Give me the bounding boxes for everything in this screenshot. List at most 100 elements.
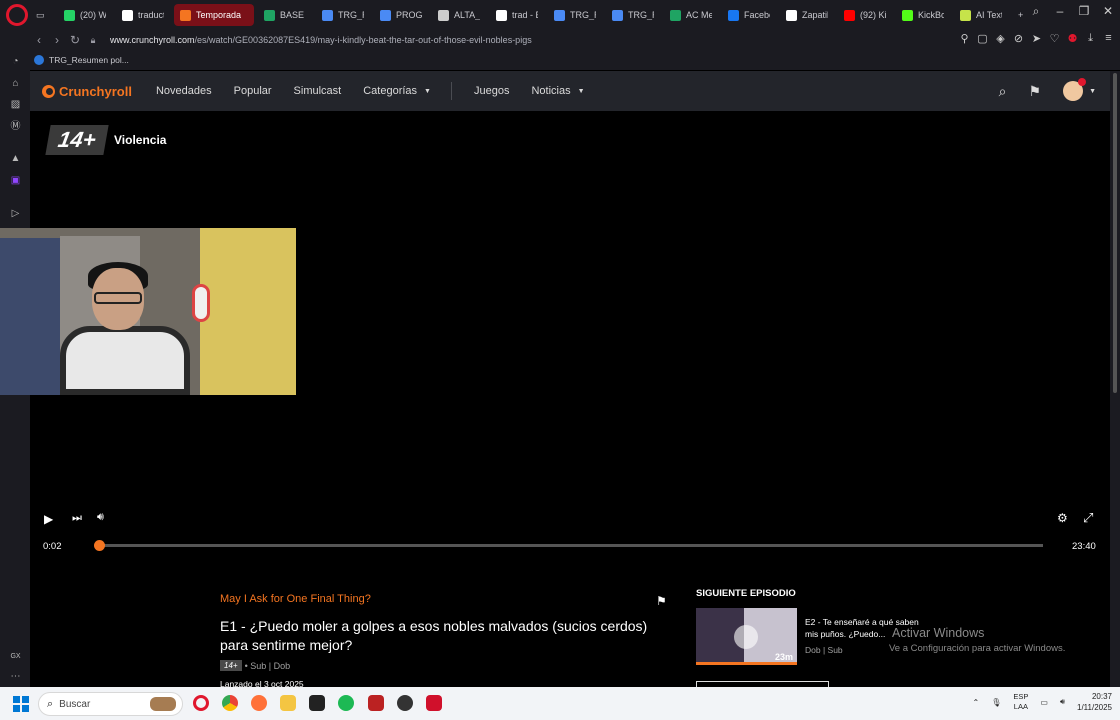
url-field[interactable]: www.crunchyroll.com/es/watch/GE00362087E… (110, 35, 532, 45)
watchlist-icon[interactable]: ⚑ (1029, 83, 1042, 100)
new-tab-button[interactable]: + (1012, 4, 1028, 26)
sticky-notes-icon[interactable] (309, 695, 325, 711)
search-label: Buscar (59, 698, 91, 710)
more-icon[interactable]: ⋯ (9, 670, 22, 683)
download-icon[interactable]: ⤓ (1085, 32, 1096, 45)
nav-simulcast[interactable]: Simulcast (294, 85, 342, 97)
logo-text: Crunchyroll (59, 83, 132, 99)
browser-tab[interactable]: KickBot (896, 4, 950, 26)
language-indicator[interactable]: ESP LAA (1013, 692, 1028, 712)
microphone-icon[interactable]: 🎙︎ (991, 698, 1001, 707)
browser-tab[interactable]: TRG_Re (548, 4, 602, 26)
network-icon[interactable]: ▭ (1040, 698, 1048, 707)
chrome-icon (612, 9, 623, 21)
minimize-button[interactable]: – (1052, 4, 1068, 19)
tab-label: (92) Ki (860, 10, 886, 20)
messenger-icon[interactable]: Ⓜ (9, 120, 22, 133)
tab-search-icon[interactable]: ⌕ (1028, 4, 1044, 19)
opera-logo-icon[interactable] (6, 4, 28, 26)
series-link[interactable]: May I Ask for One Final Thing? (220, 593, 371, 605)
nav-noticias[interactable]: Noticias ▼ (531, 85, 584, 97)
speaker-icon[interactable]: 🔊︎ (1060, 697, 1065, 707)
window-controls: ⌕ – ❐ ✕ (1028, 4, 1116, 19)
caret-down-icon: ▼ (424, 87, 431, 95)
browser-tab[interactable]: traducto (116, 4, 170, 26)
heart-icon[interactable]: ♡ (1049, 32, 1060, 45)
facebook-icon (728, 9, 739, 21)
file-explorer-icon[interactable] (280, 695, 296, 711)
twitch-icon[interactable]: ▣ (9, 174, 22, 187)
browser-tab[interactable]: AI Text (954, 4, 1008, 26)
bookmark-icon[interactable]: ⚑ (656, 594, 667, 608)
vpn-icon[interactable]: ◈ (995, 32, 1006, 45)
opera-taskbar-icon[interactable] (193, 695, 209, 711)
restore-button[interactable]: ❐ (1076, 4, 1092, 19)
gx-icon[interactable]: GX (9, 650, 22, 663)
chrome-taskbar-icon[interactable] (222, 695, 238, 711)
forward-button[interactable]: › (48, 33, 66, 47)
tab-label: ALTA_A (454, 10, 480, 20)
taskbar-search[interactable]: ⌕ Buscar (38, 692, 183, 716)
profile-menu[interactable]: ▼ (1063, 78, 1096, 101)
back-button[interactable]: ‹ (30, 33, 48, 47)
bookmark-label: TRG_Resumen pol... (49, 55, 129, 65)
browser-tab[interactable]: Temporada (174, 4, 254, 26)
app-icon[interactable] (368, 695, 384, 711)
snapshot-icon[interactable]: ▢ (977, 32, 988, 45)
browser-tab[interactable]: Facebo (722, 4, 776, 26)
browser-tab[interactable]: (92) Ki (838, 4, 892, 26)
send-icon[interactable]: ➤ (1031, 32, 1042, 45)
browser-tab[interactable]: PROGRE (374, 4, 428, 26)
feature-icon[interactable]: ▲ (9, 152, 22, 165)
nav-popular[interactable]: Popular (234, 85, 272, 97)
crypto-wallet-icon[interactable]: ⌂ (9, 77, 22, 90)
browser-tab[interactable]: BASE D (258, 4, 312, 26)
next-episode-icon[interactable]: ⏭ (72, 512, 82, 525)
scrollbar-thumb[interactable] (1113, 73, 1117, 393)
chevron-up-icon[interactable]: ⌃ (973, 698, 980, 707)
fullscreen-icon[interactable]: ⤢ (1083, 510, 1093, 526)
bookmark-item[interactable]: TRG_Resumen pol... (34, 55, 129, 65)
avatar (1063, 78, 1087, 101)
progress-bar[interactable] (94, 540, 1043, 551)
next-episode-meta: Dob | Sub (805, 645, 843, 655)
google-icon (496, 9, 507, 21)
adblock-icon[interactable]: ⊘ (1013, 32, 1024, 45)
tab-messenger-icon[interactable]: ▭ (32, 4, 54, 26)
vivaldi-icon[interactable] (426, 695, 442, 711)
nav-juegos[interactable]: Juegos (474, 85, 509, 97)
volume-icon[interactable]: 🔊︎ (97, 511, 104, 524)
search-icon[interactable]: ⌕ (999, 83, 1007, 100)
reload-button[interactable]: ↻ (66, 33, 84, 47)
menu-icon[interactable]: ≡ (1103, 32, 1114, 45)
workspaces-icon[interactable]: ▨ (9, 98, 22, 111)
nav-novedades[interactable]: Novedades (156, 85, 212, 97)
aria-icon[interactable]: ◔ (9, 55, 22, 68)
windows-start-icon[interactable] (13, 695, 29, 712)
browser-tab[interactable]: trad - B (490, 4, 544, 26)
progress-knob[interactable] (94, 540, 106, 551)
youtube-icon (844, 9, 855, 21)
clock[interactable]: 20:37 1/11/2025 (1077, 691, 1112, 713)
crunchyroll-logo[interactable]: Crunchyroll (42, 84, 132, 99)
obs-icon[interactable] (397, 695, 413, 711)
spotify-icon[interactable] (338, 695, 354, 711)
wallet-icon[interactable]: ⚉ (1067, 32, 1078, 45)
close-window-button[interactable]: ✕ (1100, 4, 1116, 19)
next-episode-thumbnail[interactable]: 23m (696, 608, 797, 665)
browser-tab[interactable]: Zapatilla (780, 4, 834, 26)
player-icon[interactable]: ▷ (9, 207, 22, 220)
play-icon[interactable]: ▶ (44, 512, 53, 526)
browser-tab[interactable]: AC Men (664, 4, 718, 26)
browser-tab[interactable]: TRG_Re (316, 4, 370, 26)
settings-gear-icon[interactable]: ⚙ (1057, 511, 1068, 525)
browser-tab[interactable]: ALTA_A (432, 4, 486, 26)
browser-tab[interactable]: TRG_Re (606, 4, 660, 26)
tab-label: BASE D (280, 10, 306, 20)
browser-tab[interactable]: (20) Wh (58, 4, 112, 26)
adidas-icon (786, 9, 797, 21)
page-scrollbar[interactable] (1110, 71, 1120, 687)
nav-categorias[interactable]: Categorías ▼ (363, 85, 431, 97)
pin-icon[interactable]: ⚲ (959, 32, 970, 45)
firefox-taskbar-icon[interactable] (251, 695, 267, 711)
